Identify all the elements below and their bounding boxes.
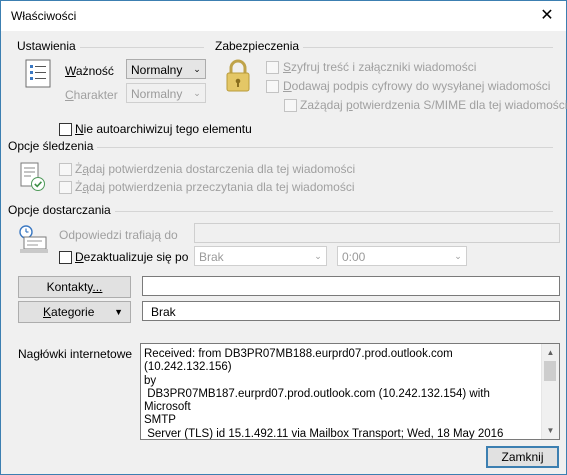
- importance-label: Ważność: [65, 64, 114, 78]
- contacts-field[interactable]: [142, 276, 560, 296]
- encrypt-checkbox[interactable]: [266, 61, 279, 74]
- read-receipt-checkbox[interactable]: [59, 181, 72, 194]
- close-button[interactable]: Zamknij: [486, 446, 559, 468]
- properties-dialog: Właściwości ✕ Ustawienia Ważność Normaln…: [0, 0, 567, 475]
- settings-divider: [76, 47, 204, 48]
- encrypt-accel: S: [283, 60, 292, 74]
- character-value: Normalny: [131, 87, 183, 101]
- scroll-thumb[interactable]: [544, 361, 556, 381]
- autoarchive-label-rest: ie autoarchiwizuj tego elementu: [83, 122, 252, 136]
- importance-accel: W: [65, 64, 76, 78]
- read-receipt-label: Żądaj potwierdzenia przeczytania dla tej…: [75, 180, 355, 194]
- delivery-receipt-checkbox[interactable]: [59, 163, 72, 176]
- delivery-label-rest: daj potwierdzenia dostarczenia dla tej w…: [89, 162, 356, 176]
- expires-label: Dezaktualizuje się po: [75, 250, 188, 264]
- replies-to-label: Odpowiedzi trafiają do: [59, 228, 178, 242]
- replies-to-field[interactable]: [194, 223, 560, 243]
- security-heading: Zabezpieczenia: [215, 39, 304, 53]
- close-icon[interactable]: ✕: [536, 5, 558, 27]
- chevron-down-icon: ⌄: [193, 64, 201, 74]
- expires-time-value: 0:00: [342, 250, 366, 264]
- contacts-accel: ...: [92, 280, 103, 294]
- importance-label-rest: ażność: [75, 64, 114, 78]
- smime-label-rest: otwierdzenia S/MIME dla tej wiadomości: [352, 98, 567, 112]
- character-accel: C: [65, 88, 74, 102]
- character-label: Charakter: [65, 88, 118, 102]
- autoarchive-checkbox[interactable]: [59, 123, 72, 136]
- security-divider: [297, 47, 553, 48]
- settings-heading: Ustawienia: [17, 39, 80, 53]
- smime-accel: p: [346, 98, 353, 112]
- character-select[interactable]: Normalny ⌄: [126, 83, 206, 103]
- internet-headers-label: Nagłówki internetowe: [18, 347, 133, 361]
- sign-label: Dodawaj podpis cyfrowy do wysyłanej wiad…: [283, 79, 550, 93]
- delivery-heading: Opcje dostarczania: [8, 203, 115, 217]
- headers-scrollbar[interactable]: ▲ ▼: [541, 344, 559, 439]
- autoarchive-label: Nie autoarchiwizuj tego elementu: [75, 122, 252, 136]
- smime-checkbox[interactable]: [284, 99, 297, 112]
- expires-label-rest: ezaktualizuje się po: [83, 250, 189, 264]
- chevron-down-icon: ⌄: [454, 251, 462, 261]
- delivery-receipt-label: Żądaj potwierdzenia dostarczenia dla tej…: [75, 162, 355, 176]
- contacts-button[interactable]: Kontakty...: [18, 276, 131, 298]
- smime-label-pre: Zażądaj: [300, 98, 347, 112]
- settings-list-icon: [25, 59, 53, 89]
- importance-value: Normalny: [131, 63, 183, 77]
- title-bar: Właściwości ✕: [1, 1, 566, 31]
- character-label-rest: harakter: [73, 88, 118, 102]
- encrypt-label-rest: zyfruj treść i załączniki wiadomości: [291, 60, 477, 74]
- expires-accel: D: [75, 250, 84, 264]
- chevron-down-icon: ⌄: [314, 251, 322, 261]
- expires-date-value: Brak: [199, 250, 224, 264]
- categories-button[interactable]: Kategorie ▼: [18, 301, 131, 323]
- smime-label: Zażądaj potwierdzenia S/MIME dla tej wia…: [300, 98, 567, 112]
- contacts-label: Kontakty: [46, 280, 93, 294]
- read-label-rest: daj potwierdzenia przeczytania dla tej w…: [89, 180, 355, 194]
- internet-headers-textarea[interactable]: Received: from DB3PR07MB188.eurprd07.pro…: [140, 343, 560, 440]
- categories-accel: K: [43, 305, 52, 319]
- categories-field[interactable]: Brak: [142, 301, 560, 321]
- scroll-down-icon[interactable]: ▼: [542, 422, 559, 439]
- sign-checkbox[interactable]: [266, 80, 279, 93]
- tracking-divider: [97, 147, 553, 148]
- expires-date-select[interactable]: Brak ⌄: [194, 246, 327, 266]
- expires-checkbox[interactable]: [59, 251, 72, 264]
- internet-headers-text: Received: from DB3PR07MB188.eurprd07.pro…: [144, 348, 504, 440]
- tracking-heading: Opcje śledzenia: [8, 139, 98, 153]
- tracking-receipt-icon: [18, 161, 48, 193]
- importance-select[interactable]: Normalny ⌄: [126, 59, 206, 79]
- sign-label-rest: odawaj podpis cyfrowy do wysyłanej wiado…: [291, 79, 551, 93]
- window-title: Właściwości: [11, 9, 77, 23]
- padlock-icon: [223, 59, 253, 93]
- scroll-up-icon[interactable]: ▲: [542, 344, 559, 361]
- dropdown-arrow-icon: ▼: [114, 307, 123, 317]
- delivery-divider: [113, 211, 553, 212]
- encrypt-label: Szyfruj treść i załączniki wiadomości: [283, 60, 476, 74]
- chevron-down-icon: ⌄: [193, 88, 201, 98]
- autoarchive-accel: N: [75, 122, 84, 136]
- categories-label: ategorie: [51, 305, 95, 319]
- sign-accel: D: [283, 79, 292, 93]
- delivery-timer-icon: [18, 223, 50, 255]
- expires-time-select[interactable]: 0:00 ⌄: [337, 246, 467, 266]
